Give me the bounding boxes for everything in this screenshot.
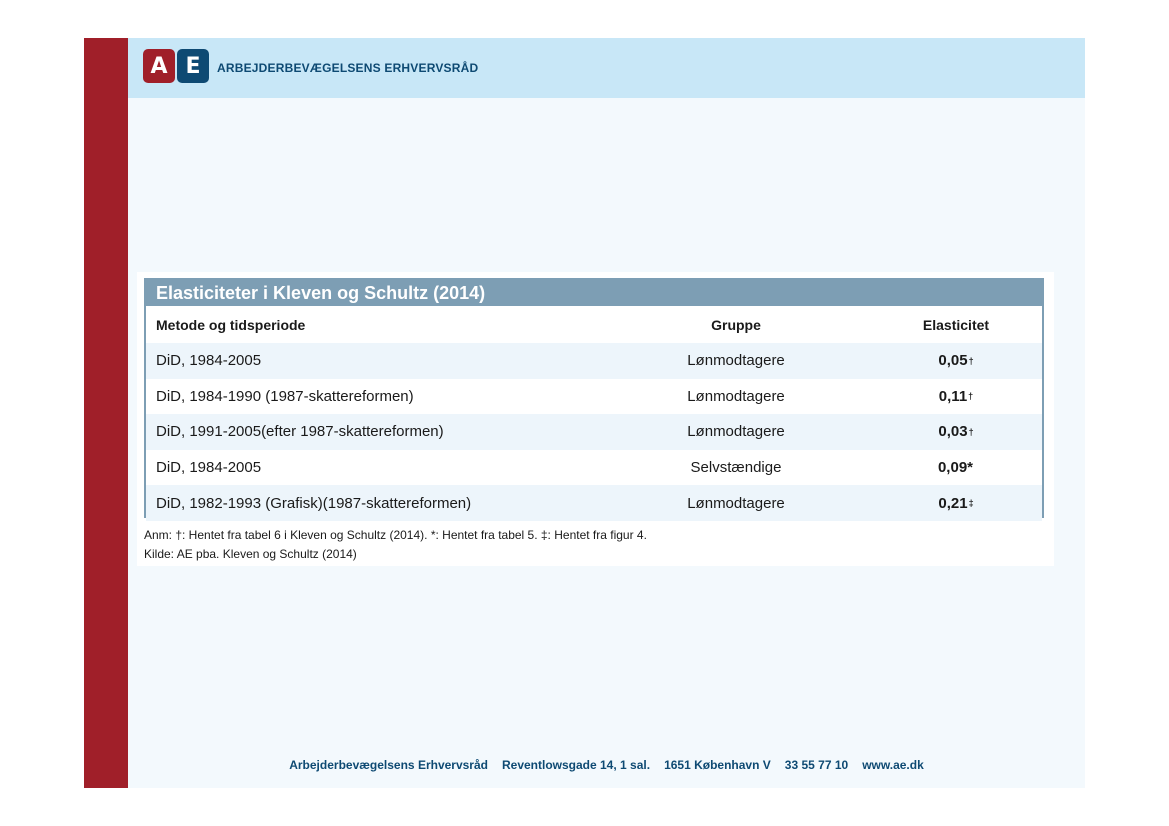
cell-method: DiD, 1984-2005 [156, 459, 262, 477]
table-row: DiD, 1984-1990 (1987-skattereformen) Løn… [146, 379, 1042, 415]
column-header-method: Metode og tidsperiode [156, 316, 306, 333]
logo-a-box: A [143, 49, 175, 83]
elasticity-table: Elasticiteter i Kleven og Schultz (2014)… [144, 278, 1044, 521]
logo-e-box: E [177, 49, 209, 83]
table-header-row: Metode og tidsperiode Gruppe Elasticitet [146, 306, 1042, 343]
cell-elasticity: 0,09* [901, 450, 1011, 486]
column-header-elasticity: Elasticitet [922, 316, 990, 333]
footer-org: Arbejderbevægelsens Erhvervsråd [289, 758, 488, 772]
cell-elasticity: 0,05 † [901, 343, 1011, 379]
footer-phone: 33 55 77 10 [784, 758, 849, 772]
cell-method: DiD, 1982-1993 (Grafisk)(1987-skatterefo… [156, 494, 472, 512]
cell-group: Lønmodtagere [687, 387, 785, 405]
table-note: Anm: †: Hentet fra tabel 6 i Kleven og S… [144, 528, 647, 542]
column-header-group: Gruppe [711, 316, 761, 333]
footnote-mark: † [968, 355, 974, 366]
table-row: DiD, 1984-2005 Lønmodtagere 0,05 † [146, 343, 1042, 379]
table-row: DiD, 1982-1993 (Grafisk)(1987-skatterefo… [146, 485, 1042, 521]
elasticity-value: 0,09* [937, 459, 974, 477]
footer-city: 1651 København V [664, 758, 771, 772]
cell-elasticity: 0,21 ‡ [901, 485, 1011, 521]
table-row: DiD, 1991-2005(efter 1987-skattereformen… [146, 414, 1042, 450]
cell-method: DiD, 1991-2005(efter 1987-skattereformen… [156, 423, 444, 441]
footnote-mark: † [968, 426, 974, 437]
elasticity-value: 0,05 [938, 352, 968, 370]
elasticity-value: 0,21 [938, 494, 968, 512]
footer: Arbejderbevægelsens Erhvervsråd Reventlo… [128, 758, 1085, 778]
cell-group: Selvstændige [690, 459, 782, 477]
table-panel: Elasticiteter i Kleven og Schultz (2014)… [137, 272, 1054, 566]
cell-method: DiD, 1984-1990 (1987-skattereformen) [156, 387, 414, 405]
org-name: ARBEJDERBEVÆGELSENS ERHVERVSRÅD [217, 61, 479, 75]
slide: A E ARBEJDERBEVÆGELSENS ERHVERVSRÅD Elas… [84, 38, 1085, 788]
footnote-mark: ‡ [968, 498, 974, 509]
cell-elasticity: 0,11 † [901, 379, 1011, 415]
footnote-mark: † [968, 391, 974, 402]
cell-method: DiD, 1984-2005 [156, 352, 262, 370]
elasticity-value: 0,03 [938, 423, 968, 441]
cell-group: Lønmodtagere [687, 494, 785, 512]
ae-logo: A E ARBEJDERBEVÆGELSENS ERHVERVSRÅD [143, 49, 478, 83]
header-bar: A E ARBEJDERBEVÆGELSENS ERHVERVSRÅD [128, 38, 1085, 98]
table-row: DiD, 1984-2005 Selvstændige 0,09* [146, 450, 1042, 486]
cell-group: Lønmodtagere [687, 352, 785, 370]
footer-web-link[interactable]: www.ae.dk [862, 758, 924, 778]
table-source: Kilde: AE pba. Kleven og Schultz (2014) [144, 547, 357, 561]
cell-group: Lønmodtagere [687, 423, 785, 441]
elasticity-value: 0,11 [938, 387, 968, 405]
footer-address: Reventlowsgade 14, 1 sal. [501, 758, 651, 772]
cell-elasticity: 0,03 † [901, 414, 1011, 450]
table-title: Elasticiteter i Kleven og Schultz (2014) [146, 278, 1042, 306]
red-side-bar [84, 38, 128, 788]
